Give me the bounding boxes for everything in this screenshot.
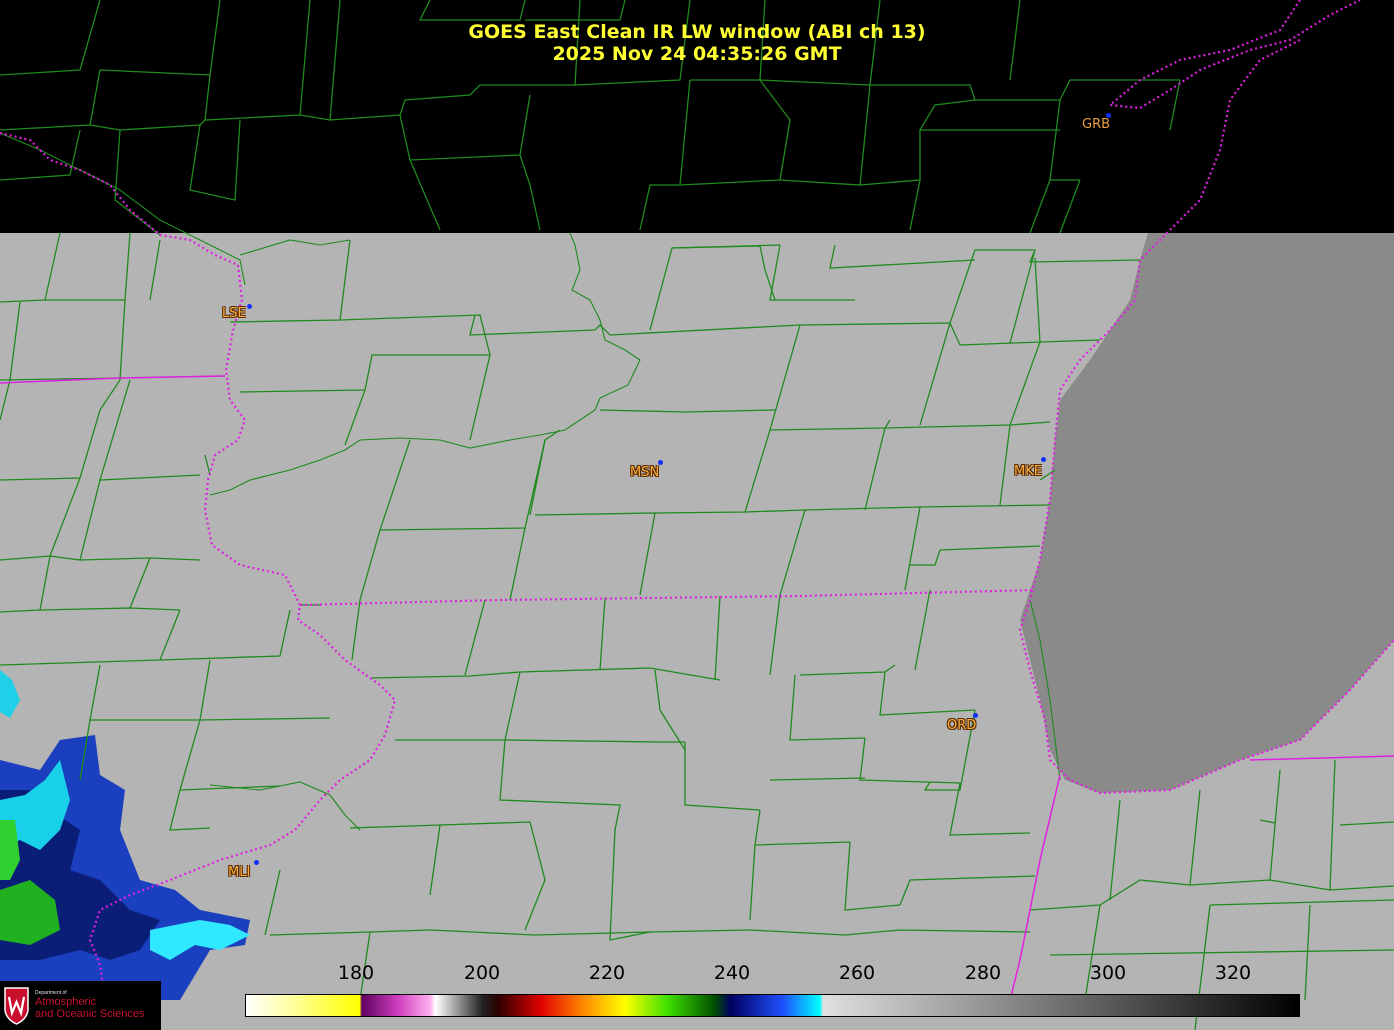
aos-logo: Department of Atmospheric and Oceanic Sc… (0, 981, 161, 1030)
colorbar-tick-240: 240 (713, 962, 751, 984)
uw-shield-icon (4, 987, 29, 1025)
station-dot-mke (1041, 457, 1046, 462)
station-label-grb: GRB (1082, 117, 1111, 132)
colorbar (245, 994, 1300, 1017)
station-dot-mli (254, 860, 259, 865)
colorbar-tick-280: 280 (964, 962, 1002, 984)
satellite-map (0, 0, 1394, 1030)
station-label-mli: MLI (228, 865, 251, 880)
colorbar-tick-300: 300 (1089, 962, 1127, 984)
chart-timestamp: 2025 Nov 24 04:35:26 GMT (552, 43, 842, 65)
colorbar-tick-260: 260 (838, 962, 876, 984)
colorbar-tick-220: 220 (588, 962, 626, 984)
station-dot-lse (247, 304, 252, 309)
station-label-ord: ORD (947, 718, 977, 733)
logo-name-line2: and Oceanic Sciences (35, 1008, 145, 1020)
colorbar-tick-180: 180 (337, 962, 375, 984)
colorbar-tick-320: 320 (1214, 962, 1252, 984)
station-label-mke: MKE (1014, 464, 1042, 479)
logo-name-line1: Atmospheric (35, 996, 97, 1008)
chart-title: GOES East Clean IR LW window (ABI ch 13) (468, 21, 926, 43)
station-label-lse: LSE (222, 306, 246, 321)
colorbar-tick-200: 200 (463, 962, 501, 984)
station-label-msn: MSN (630, 465, 660, 480)
